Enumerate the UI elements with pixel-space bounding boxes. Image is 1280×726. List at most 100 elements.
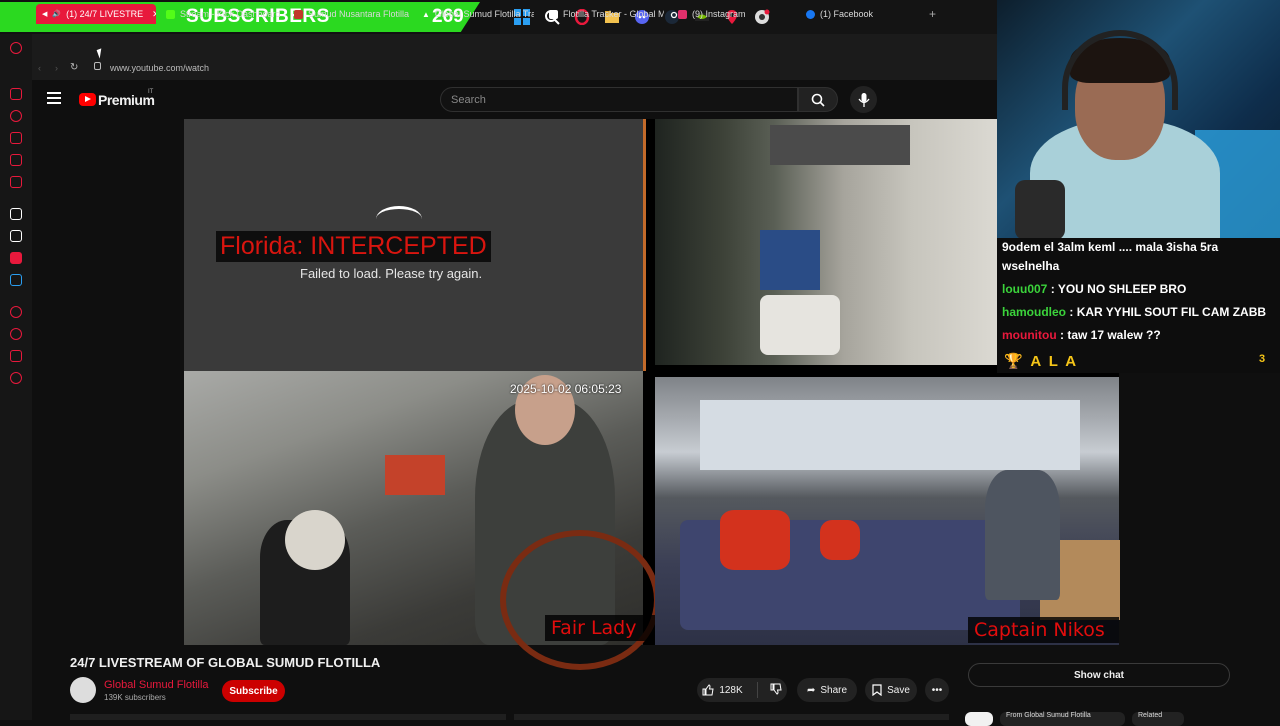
tab-bar xyxy=(32,34,997,60)
x-icon[interactable] xyxy=(10,230,22,242)
tab-facebook[interactable]: (1) Facebook xyxy=(806,4,916,24)
url-field[interactable]: www.youtube.com/watch xyxy=(110,63,209,73)
chat-username: louu007 xyxy=(1002,282,1048,296)
captain-nikos-label: Captain Nikos xyxy=(968,617,1119,643)
feed-timestamp: 2025-10-02 06:05:23 xyxy=(510,382,622,396)
search-input[interactable]: Search xyxy=(440,87,798,112)
instagram-icon xyxy=(678,9,687,19)
chat-text: wselnelha xyxy=(1002,259,1060,273)
tab-label: Global Sumud Flotilla Tra xyxy=(434,9,534,19)
share-icon: ➦ xyxy=(806,684,816,696)
channel-avatar[interactable] xyxy=(70,677,96,703)
bag-icon[interactable] xyxy=(10,132,22,144)
box-icon[interactable] xyxy=(10,350,22,362)
chip-related[interactable]: Related xyxy=(1132,712,1184,726)
show-chat-button[interactable]: Show chat xyxy=(968,663,1230,687)
tab-label: Sumud Nusantara Flotilla xyxy=(308,9,409,19)
settings-icon[interactable] xyxy=(10,372,22,384)
tab-instagram[interactable]: (9) Instagram xyxy=(678,4,788,24)
messenger-icon[interactable] xyxy=(10,176,22,188)
tab-flotilla-tracker[interactable]: Flotilla Tracker - Global M xyxy=(549,4,664,24)
search-icon xyxy=(811,93,825,107)
more-icon: ••• xyxy=(931,684,943,696)
person-life-vest xyxy=(720,510,790,570)
tab-sumud-nusantara[interactable]: Sumud Nusantara Flotilla xyxy=(294,4,409,24)
opera-menu-icon[interactable] xyxy=(10,42,22,54)
more-actions-button[interactable]: ••• xyxy=(925,678,949,702)
reload-icon[interactable]: ↻ xyxy=(70,62,78,73)
tab-youtube-livestream[interactable]: ◀︎ 🔊 (1) 24/7 LIVESTRE ✕ xyxy=(36,4,156,24)
voice-search-button[interactable] xyxy=(850,86,877,113)
youtube-premium-logo[interactable]: Premium xyxy=(98,92,155,108)
feed-divider xyxy=(643,119,646,371)
speaker-icon[interactable]: 🔊 xyxy=(52,10,61,18)
microphone-icon xyxy=(857,92,870,107)
sound-icon[interactable]: ◀︎ xyxy=(42,10,47,18)
failed-load-message: Failed to load. Please try again. xyxy=(300,266,483,281)
channel-subscriber-count: 139K subscribers xyxy=(104,693,166,702)
home-icon[interactable] xyxy=(10,88,22,100)
subscribe-button[interactable]: Subscribe xyxy=(222,680,285,702)
close-tab-icon[interactable]: ✕ xyxy=(152,9,156,20)
tab-label: Stream - Kick Dashboard xyxy=(180,9,281,19)
chat-text: : taw 17 walew ?? xyxy=(1060,328,1161,342)
bluesky-icon[interactable] xyxy=(10,274,22,286)
save-button[interactable]: Save xyxy=(865,678,917,702)
channel-name[interactable]: Global Sumud Flotilla xyxy=(104,679,209,691)
chat-text: : YOU NO SHLEEP BRO xyxy=(1050,282,1187,296)
cockpit-red-panel xyxy=(385,455,445,495)
chat-text: 9odem el 3alm keml .... mala 3isha 5ra xyxy=(1002,240,1219,254)
trophy-icon: 🏆 xyxy=(1004,353,1025,370)
bookmark-icon xyxy=(872,684,882,696)
chat-username: mounitou xyxy=(1002,328,1057,342)
tab-label: Flotilla Tracker - Global M xyxy=(563,9,664,19)
back-icon[interactable]: ‹ xyxy=(38,63,41,73)
chat-message: 9odem el 3alm keml .... mala 3isha 5ra xyxy=(1002,240,1218,254)
chat-message: louu007 : YOU NO SHLEEP BRO xyxy=(1002,282,1186,296)
cabin-shelf xyxy=(770,125,910,165)
new-tab-button[interactable]: + xyxy=(929,4,936,24)
like-count: 128K xyxy=(719,684,743,696)
cabin-container xyxy=(760,295,840,355)
like-button[interactable]: 128K xyxy=(702,684,743,696)
thumbs-up-icon xyxy=(702,684,714,696)
youtube-logo-icon[interactable] xyxy=(79,93,96,106)
forward-icon[interactable]: › xyxy=(55,63,58,73)
tab-global-sumud-tracker[interactable]: ▲ Global Sumud Flotilla Tra xyxy=(422,4,534,24)
twitch-icon[interactable] xyxy=(10,154,22,166)
steering-wheel xyxy=(500,530,660,670)
like-divider xyxy=(757,682,758,698)
clock-icon[interactable] xyxy=(10,306,22,318)
tab-kick-dashboard[interactable]: Stream - Kick Dashboard xyxy=(166,4,286,24)
lock-icon xyxy=(94,62,101,70)
browser-sidebar xyxy=(0,34,32,720)
thumbs-down-icon xyxy=(770,683,782,695)
menu-icon[interactable] xyxy=(47,92,61,104)
chat-username: hamoudleo xyxy=(1002,305,1067,319)
microphone xyxy=(1015,180,1065,240)
description-box-2 xyxy=(514,714,949,720)
chat-message: hamoudleo : KAR YYHIL SOUT FIL CAM ZABB xyxy=(1002,305,1266,319)
chip-all[interactable] xyxy=(965,712,993,726)
chip-from-channel[interactable]: From Global Sumud Flotilla xyxy=(1000,712,1125,726)
chat-text: : KAR YYHIL SOUT FIL CAM ZABB xyxy=(1069,305,1267,319)
search-button[interactable] xyxy=(798,87,838,112)
tab-label: (1) Facebook xyxy=(820,9,874,19)
youtube-rail-icon[interactable] xyxy=(10,252,22,264)
chat-message: mounitou : taw 17 walew ?? xyxy=(1002,328,1161,342)
reload-icon[interactable] xyxy=(376,206,422,232)
share-button[interactable]: ➦ Share xyxy=(797,678,857,702)
video-title: 24/7 LIVESTREAM OF GLOBAL SUMUD FLOTILLA xyxy=(70,655,381,670)
dislike-button[interactable] xyxy=(770,683,782,698)
save-label: Save xyxy=(887,684,910,696)
standing-person-2 xyxy=(985,470,1060,600)
badge-count: 3 xyxy=(1259,353,1266,365)
florida-intercepted-label: Florida: INTERCEPTED xyxy=(216,231,491,262)
seated-person-hood xyxy=(285,510,345,570)
description-box[interactable] xyxy=(70,714,506,720)
person-life-vest-2 xyxy=(820,520,860,560)
arc-icon[interactable] xyxy=(10,208,22,220)
history-icon[interactable] xyxy=(10,110,22,122)
history-icon-2[interactable] xyxy=(10,328,22,340)
fair-lady-label: Fair Lady xyxy=(545,615,655,641)
